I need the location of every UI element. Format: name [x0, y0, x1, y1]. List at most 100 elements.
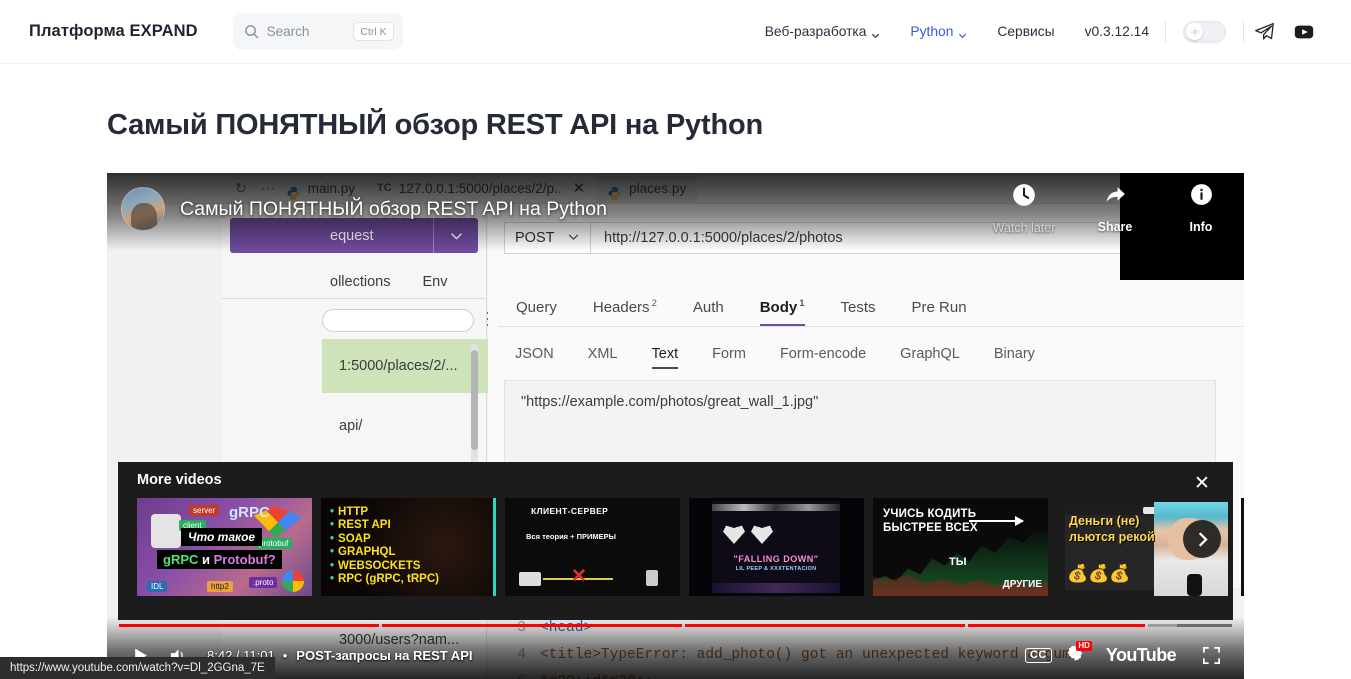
player-chapter-title[interactable]: POST-запросы на REST API: [296, 648, 472, 663]
more-videos-title: More videos: [137, 472, 222, 488]
thumb-grpc-badge-server: server: [189, 505, 220, 516]
progress-segment-3: [968, 624, 1145, 627]
thumb-cs-subtitle: Вся теория + ПРИМЕРЫ: [526, 532, 616, 541]
sun-icon: [1186, 23, 1203, 40]
hd-badge: HD: [1076, 641, 1092, 651]
watch-later-button[interactable]: Watch later: [976, 182, 1072, 235]
url-input[interactable]: http://127.0.0.1:5000/places/2/photos: [591, 230, 843, 246]
body-tab-xml[interactable]: XML: [571, 346, 635, 369]
thumbnail-learn-faster[interactable]: УЧИСЬ КОДИТЬ БЫСТРЕЕ ВСЕХ ТЫ ДРУГИЕ: [873, 498, 1048, 596]
captions-button[interactable]: CC: [1024, 647, 1052, 663]
youtube-logo[interactable]: YouTube: [1106, 645, 1177, 666]
body-tab-form[interactable]: Form: [695, 346, 763, 369]
request-tab-pre-run[interactable]: Pre Run: [894, 299, 985, 326]
video-title[interactable]: Самый ПОНЯТНЫЙ обзор REST API на Python: [180, 198, 607, 221]
share-button[interactable]: Share: [1072, 182, 1158, 234]
youtube-icon[interactable]: [1291, 19, 1317, 45]
sidebar-tab-env[interactable]: Env: [406, 274, 463, 290]
thumb-grpc-line1: Что такое: [181, 528, 263, 546]
sidebar-tab-collections[interactable]: ollections: [222, 274, 406, 290]
request-tab-body-label: Body: [759, 299, 798, 316]
request-tab-body-badge: 1: [799, 298, 805, 309]
search-input[interactable]: Search Ctrl K: [232, 13, 403, 50]
request-tab-auth[interactable]: Auth: [675, 299, 742, 326]
player-buttons-row: 8:42 / 11:01 • POST-запросы на REST API …: [121, 637, 1230, 673]
thumbnail-client-server[interactable]: КЛИЕНТ-СЕРВЕР Вся теория + ПРИМЕРЫ ✕: [505, 498, 680, 596]
sidebar-tabs: ollections Env: [222, 266, 486, 299]
settings-button[interactable]: HD: [1056, 637, 1094, 673]
thumb-lf-title1: УЧИСЬ КОДИТЬ: [883, 508, 977, 520]
method-label: POST: [515, 230, 555, 246]
thumbnail-protocols[interactable]: HTTP REST API SOAP GRAPHQL WEBSOCKETS RP…: [321, 498, 496, 596]
info-icon: [1189, 182, 1214, 212]
player-time-separator: •: [282, 647, 288, 663]
nav-item-webdev[interactable]: Веб-разработка: [750, 24, 896, 39]
editor-tab-places-py[interactable]: places.py: [596, 173, 698, 204]
arrow-right-icon: [969, 516, 1024, 526]
thumb-money-line2: льются рекой: [1069, 530, 1155, 544]
thumb-fd-subtitle: LIL PEEP & XXXTENTACION: [735, 566, 817, 572]
thumb-grpc-logo: gRPC: [229, 504, 270, 521]
close-icon[interactable]: ✕: [1187, 468, 1217, 498]
progress-segment-2: [685, 624, 965, 627]
request-tab-headers[interactable]: Headers 2: [575, 298, 675, 326]
glitch-band-shape: [712, 504, 840, 511]
telegram-icon[interactable]: [1251, 19, 1277, 45]
thumbnail-diagram[interactable]: [1241, 498, 1244, 596]
chevron-right-icon[interactable]: [1183, 520, 1221, 558]
clock-icon: [1011, 182, 1037, 213]
brand-title[interactable]: Платформа EXPAND: [29, 22, 198, 41]
player-title-row: Самый ПОНЯТНЫЙ обзор REST API на Python: [121, 187, 607, 231]
request-body-value: "https://example.com/photos/great_wall_1…: [521, 394, 819, 410]
cross-shape: ✕: [571, 566, 587, 587]
progress-segment-0: [119, 624, 379, 627]
request-tab-query[interactable]: Query: [498, 299, 575, 326]
thumb-lf-label-you: ТЫ: [949, 556, 967, 568]
header-nav: Веб-разработка Python Сервисы v0.3.12.14: [750, 19, 1331, 45]
fullscreen-icon[interactable]: [1192, 637, 1230, 673]
thumb-protocols-item-5: RPC (gRPC, tRPC): [330, 573, 496, 586]
status-bar-link: https://www.youtube.com/watch?v=Dl_2GGna…: [0, 657, 275, 679]
thumb-grpc-line2: gRPC и Protobuf?: [157, 550, 282, 569]
thumb-fd-inner: [712, 501, 840, 593]
progress-bar[interactable]: [119, 624, 1232, 627]
monitor-shape: [519, 572, 541, 586]
thumb-protocols-item-1: REST API: [330, 519, 496, 532]
body-tab-text[interactable]: Text: [635, 346, 696, 369]
city-band-shape: [712, 583, 840, 593]
thumb-grpc-badge-proto: .proto: [249, 577, 278, 588]
thumb-protocols-item-4: WEBSOCKETS: [330, 560, 496, 573]
progress-segment-1: [382, 624, 682, 627]
body-tab-json[interactable]: JSON: [498, 346, 571, 369]
version-label: v0.3.12.14: [1084, 24, 1149, 39]
request-tab-body[interactable]: Body 1: [742, 298, 823, 326]
google-logo-shape: [282, 570, 304, 592]
sidebar-search-input[interactable]: [322, 309, 474, 332]
thumbnail-grpc[interactable]: server client gRPC protobuf Что такое gR…: [137, 498, 312, 596]
nav-item-services[interactable]: Сервисы: [982, 24, 1069, 39]
thumb-grpc-badge-idl: IDL: [147, 581, 168, 592]
thumb-cs-title: КЛИЕНТ-СЕРВЕР: [531, 506, 609, 516]
nav-item-python[interactable]: Python: [895, 24, 982, 39]
thumb-fd-title: "FALLING DOWN": [733, 554, 819, 564]
editor-tab-places-py-label: places.py: [629, 180, 687, 196]
body-tab-binary[interactable]: Binary: [977, 346, 1052, 369]
chevron-down-icon: [567, 230, 580, 247]
server-shape: [646, 570, 658, 586]
avatar[interactable]: [121, 187, 165, 231]
search-icon: [244, 24, 259, 39]
video-player[interactable]: ↻ ⋯ main.py TC 127.0.0.1:5000/places/2/p…: [107, 173, 1244, 679]
body-tab-form-encode[interactable]: Form-encode: [763, 346, 883, 369]
request-tab-headers-badge: 2: [651, 298, 657, 309]
theme-toggle[interactable]: [1183, 20, 1226, 43]
thumb-protocols-item-2: SOAP: [330, 533, 496, 546]
thumb-money-line1: Деньги (не): [1069, 514, 1140, 528]
thumb-grpc-line2c: Protobuf?: [213, 552, 276, 567]
info-button[interactable]: Info: [1158, 182, 1244, 234]
request-tab-tests[interactable]: Tests: [823, 299, 894, 326]
thumb-grpc-badge-http2: http2: [207, 581, 233, 592]
player-right-controls: CC HD YouTube: [1024, 637, 1230, 673]
thumbnail-falling-down[interactable]: "FALLING DOWN" LIL PEEP & XXXTENTACION: [689, 498, 864, 596]
body-tab-graphql[interactable]: GraphQL: [883, 346, 977, 369]
thumb-grpc-line2a: gRPC: [163, 552, 199, 567]
